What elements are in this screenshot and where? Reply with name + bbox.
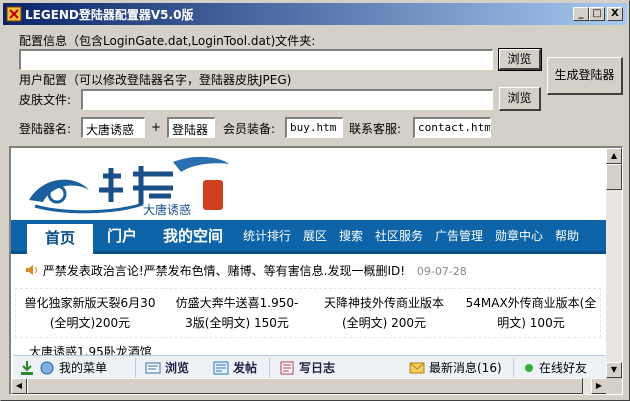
promo-card[interactable]: 天降神技外传商业版本 (全明文) 200元: [320, 293, 448, 333]
app-window: LEGEND登陆器配置器V5.0版 _ □ X 配置信息（包含LoginGate…: [0, 0, 630, 401]
scroll-down-button[interactable]: ▼: [606, 362, 622, 378]
nav-medals[interactable]: 勋章中心: [495, 220, 543, 252]
contact-label: 联系客服:: [349, 122, 402, 136]
nav-gallery[interactable]: 展区: [303, 220, 327, 252]
site-logo: 大唐诱惑: [29, 156, 229, 217]
site-nav: 首页 门户 我的空间 统计排行 展区 搜索 社区服务 广告管理 勋章中心 帮助: [11, 220, 607, 254]
notice-bar: 严禁发表政治言论!严禁发布色情、赌博、等有害信息.发现一概删ID! 09-07-…: [25, 262, 467, 279]
browse-link[interactable]: 浏览: [145, 359, 189, 376]
globe-icon: [40, 361, 54, 374]
browse-skin-button[interactable]: 浏览: [499, 87, 541, 111]
title-bar[interactable]: LEGEND登陆器配置器V5.0版 _ □ X: [3, 3, 627, 25]
nav-home[interactable]: 首页: [27, 224, 93, 254]
nav-community[interactable]: 社区服务: [375, 220, 423, 252]
divider: [269, 358, 270, 378]
generate-launcher-button[interactable]: 生成登陆器: [547, 57, 623, 95]
user-config-label: 用户配置（可以修改登陆器名字，登陆器皮肤JPEG): [19, 73, 292, 87]
scroll-left-button[interactable]: ◀: [11, 378, 27, 394]
member-equip-input[interactable]: buy.htm: [285, 117, 343, 138]
download-icon: [21, 360, 33, 375]
nav-ads[interactable]: 广告管理: [435, 220, 483, 252]
site-toolbar: 我的菜单 浏览 发帖 写日志 最新消息(16) 在线好友: [13, 355, 607, 379]
launcher-name-label: 登陆器名:: [19, 122, 72, 136]
diary-link[interactable]: 写日志: [279, 359, 335, 376]
nav-help[interactable]: 帮助: [555, 220, 579, 252]
menu-item[interactable]: 我的菜单: [19, 359, 107, 376]
nav-portal[interactable]: 门户: [107, 220, 137, 252]
notice-text[interactable]: 严禁发表政治言论!严禁发布色情、赌博、等有害信息.发现一概删ID!: [43, 264, 405, 278]
post-icon: [213, 361, 229, 374]
scroll-corner: [606, 378, 622, 394]
browse-icon: [145, 362, 161, 373]
divider: [135, 358, 136, 378]
nav-my-space[interactable]: 我的空间: [163, 220, 223, 252]
logo-text: 大唐诱惑: [143, 202, 191, 217]
close-button[interactable]: X: [607, 7, 623, 21]
divider: [513, 358, 514, 378]
scroll-up-button[interactable]: ▲: [606, 148, 622, 164]
minimize-button[interactable]: _: [573, 7, 589, 21]
maximize-button[interactable]: □: [589, 7, 605, 21]
post-link[interactable]: 发帖: [213, 359, 257, 376]
nav-search[interactable]: 搜索: [339, 220, 363, 252]
vertical-scrollbar[interactable]: ▲ ▼: [606, 148, 622, 378]
promo-card[interactable]: 54MAX外传商业版本(全 明文) 100元: [462, 293, 600, 333]
scroll-right-button[interactable]: ▶: [591, 378, 607, 394]
contact-input[interactable]: contact.htm: [413, 117, 491, 138]
online-status-icon: [525, 363, 533, 372]
envelope-icon: [409, 362, 425, 373]
web-preview[interactable]: 大唐诱惑 首页 门户 我的空间 统计排行 展区 搜索 社区服务 广告管理 勋章中…: [9, 146, 623, 395]
launcher-name-input[interactable]: 大唐诱惑: [81, 117, 145, 138]
notice-date: 09-07-28: [416, 265, 467, 278]
h-scroll-thumb[interactable]: [27, 378, 583, 394]
app-icon: [6, 6, 22, 22]
skin-file-input[interactable]: [81, 89, 493, 110]
launcher-suffix-input[interactable]: 登陆器: [167, 117, 215, 138]
nav-stats[interactable]: 统计排行: [243, 220, 291, 252]
window-title: LEGEND登陆器配置器V5.0版: [25, 8, 194, 22]
scroll-thumb[interactable]: [606, 164, 622, 190]
diary-icon: [280, 361, 294, 374]
promo-cards: 兽化独家新版天裂6月30 (全明文)200元 仿盛大奔牛送喜1.950- 3版(全明…: [15, 288, 601, 338]
config-path-input[interactable]: [19, 49, 493, 70]
horizontal-scrollbar[interactable]: ◀ ▶: [11, 378, 607, 394]
config-info-label: 配置信息（包含LoginGate.dat,LoginTool.dat)文件夹:: [19, 34, 316, 48]
browse-config-button[interactable]: 浏览: [498, 48, 542, 71]
online-friends-link[interactable]: 在线好友: [523, 359, 587, 376]
skin-file-label: 皮肤文件:: [19, 93, 72, 107]
news-link[interactable]: 最新消息(16): [409, 359, 502, 376]
promo-card[interactable]: 仿盛大奔牛送喜1.950- 3版(全明文) 150元: [170, 293, 304, 333]
speaker-icon: [26, 265, 37, 275]
member-equip-label: 会员装备:: [223, 122, 276, 136]
promo-card[interactable]: 兽化独家新版天裂6月30 (全明文)200元: [22, 293, 158, 333]
plus-label: +: [151, 120, 162, 134]
